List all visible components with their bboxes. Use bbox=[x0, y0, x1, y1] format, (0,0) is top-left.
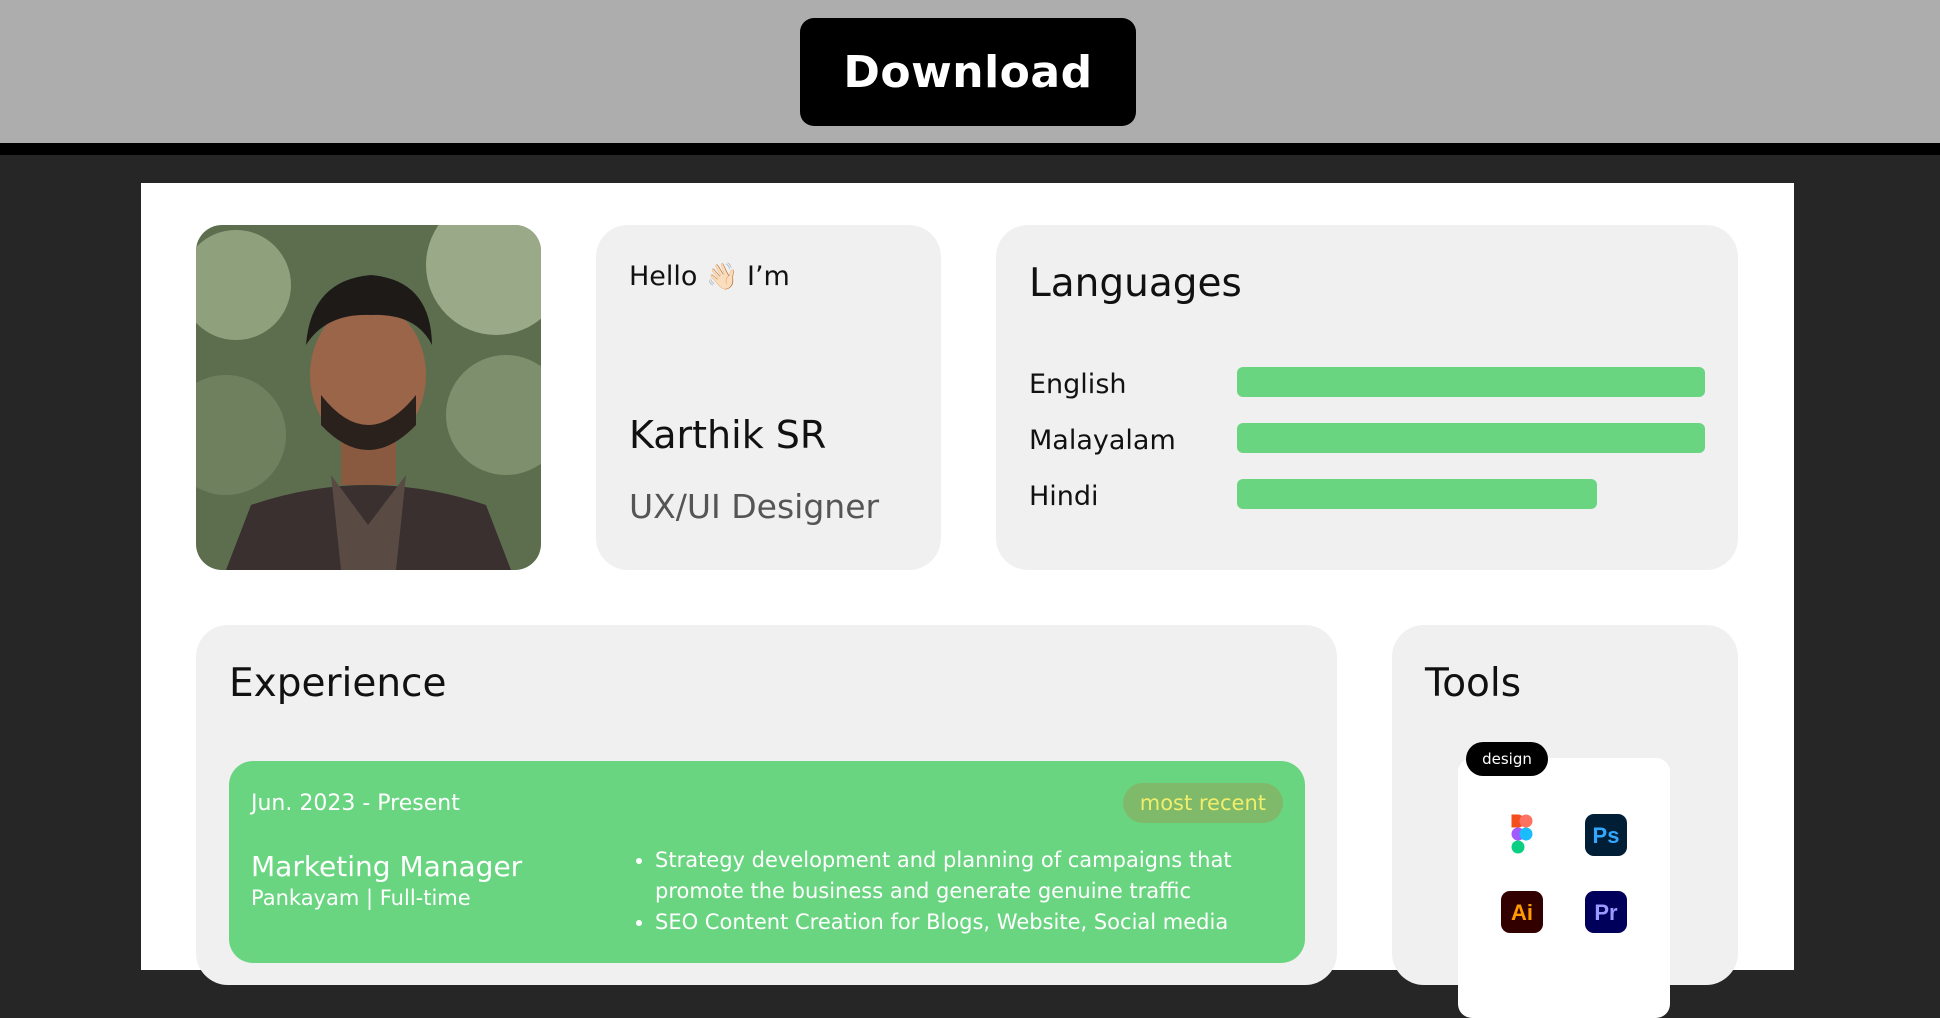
person-name: Karthik SR bbox=[629, 413, 827, 457]
tools-card: Tools Ps Ai Pr bbox=[1392, 625, 1738, 1018]
responsibility-item: SEO Content Creation for Blogs, Website,… bbox=[655, 907, 1295, 938]
greeting-text: Hello bbox=[629, 261, 698, 292]
tools-title: Tools bbox=[1425, 661, 1522, 706]
svg-text:Pr: Pr bbox=[1594, 900, 1618, 925]
language-row-malayalam: Malayalam bbox=[1029, 421, 1705, 461]
responsibility-item: Strategy development and planning of cam… bbox=[655, 845, 1295, 907]
languages-title: Languages bbox=[1029, 261, 1242, 306]
person-role: UX/UI Designer bbox=[629, 487, 880, 526]
profile-photo bbox=[196, 225, 541, 570]
waving-hand-icon: 👋🏻 bbox=[706, 262, 739, 292]
language-name: Malayalam bbox=[1029, 425, 1176, 456]
figma-icon bbox=[1501, 814, 1543, 856]
download-button[interactable]: Download bbox=[800, 18, 1136, 126]
tools-grid: Ps Ai Pr bbox=[1458, 758, 1670, 1018]
languages-card: Languages English Malayalam Hindi bbox=[996, 225, 1738, 570]
language-level-bar bbox=[1237, 479, 1705, 509]
greeting-suffix: I’m bbox=[747, 261, 790, 292]
language-row-hindi: Hindi bbox=[1029, 477, 1705, 517]
photoshop-icon: Ps bbox=[1585, 814, 1627, 856]
job-dates: Jun. 2023 - Present bbox=[251, 791, 460, 816]
resume-page: Hello 👋🏻 I’m Karthik SR UX/UI Designer L… bbox=[141, 183, 1794, 1018]
premiere-icon: Pr bbox=[1585, 891, 1627, 933]
job-company: Pankayam | Full-time bbox=[251, 886, 471, 910]
top-bar: Download bbox=[0, 0, 1940, 155]
tools-category-tag: design bbox=[1466, 742, 1548, 776]
language-name: Hindi bbox=[1029, 481, 1099, 512]
greeting: Hello 👋🏻 I’m bbox=[629, 261, 790, 292]
language-level-fill bbox=[1237, 367, 1705, 397]
job-card: Jun. 2023 - Present most recent Marketin… bbox=[229, 761, 1305, 963]
svg-text:Ps: Ps bbox=[1593, 823, 1620, 848]
language-name: English bbox=[1029, 369, 1127, 400]
intro-card: Hello 👋🏻 I’m Karthik SR UX/UI Designer bbox=[596, 225, 941, 570]
experience-title: Experience bbox=[229, 661, 447, 706]
job-responsibilities: Strategy development and planning of cam… bbox=[629, 845, 1295, 938]
most-recent-badge: most recent bbox=[1122, 783, 1283, 823]
language-row-english: English bbox=[1029, 365, 1705, 405]
language-level-bar bbox=[1237, 367, 1705, 397]
language-level-fill bbox=[1237, 423, 1705, 453]
job-title: Marketing Manager bbox=[251, 850, 523, 883]
illustrator-icon: Ai bbox=[1501, 891, 1543, 933]
language-level-fill bbox=[1237, 479, 1598, 509]
language-level-bar bbox=[1237, 423, 1705, 453]
experience-card: Experience Jun. 2023 - Present most rece… bbox=[196, 625, 1337, 985]
svg-text:Ai: Ai bbox=[1511, 900, 1533, 925]
